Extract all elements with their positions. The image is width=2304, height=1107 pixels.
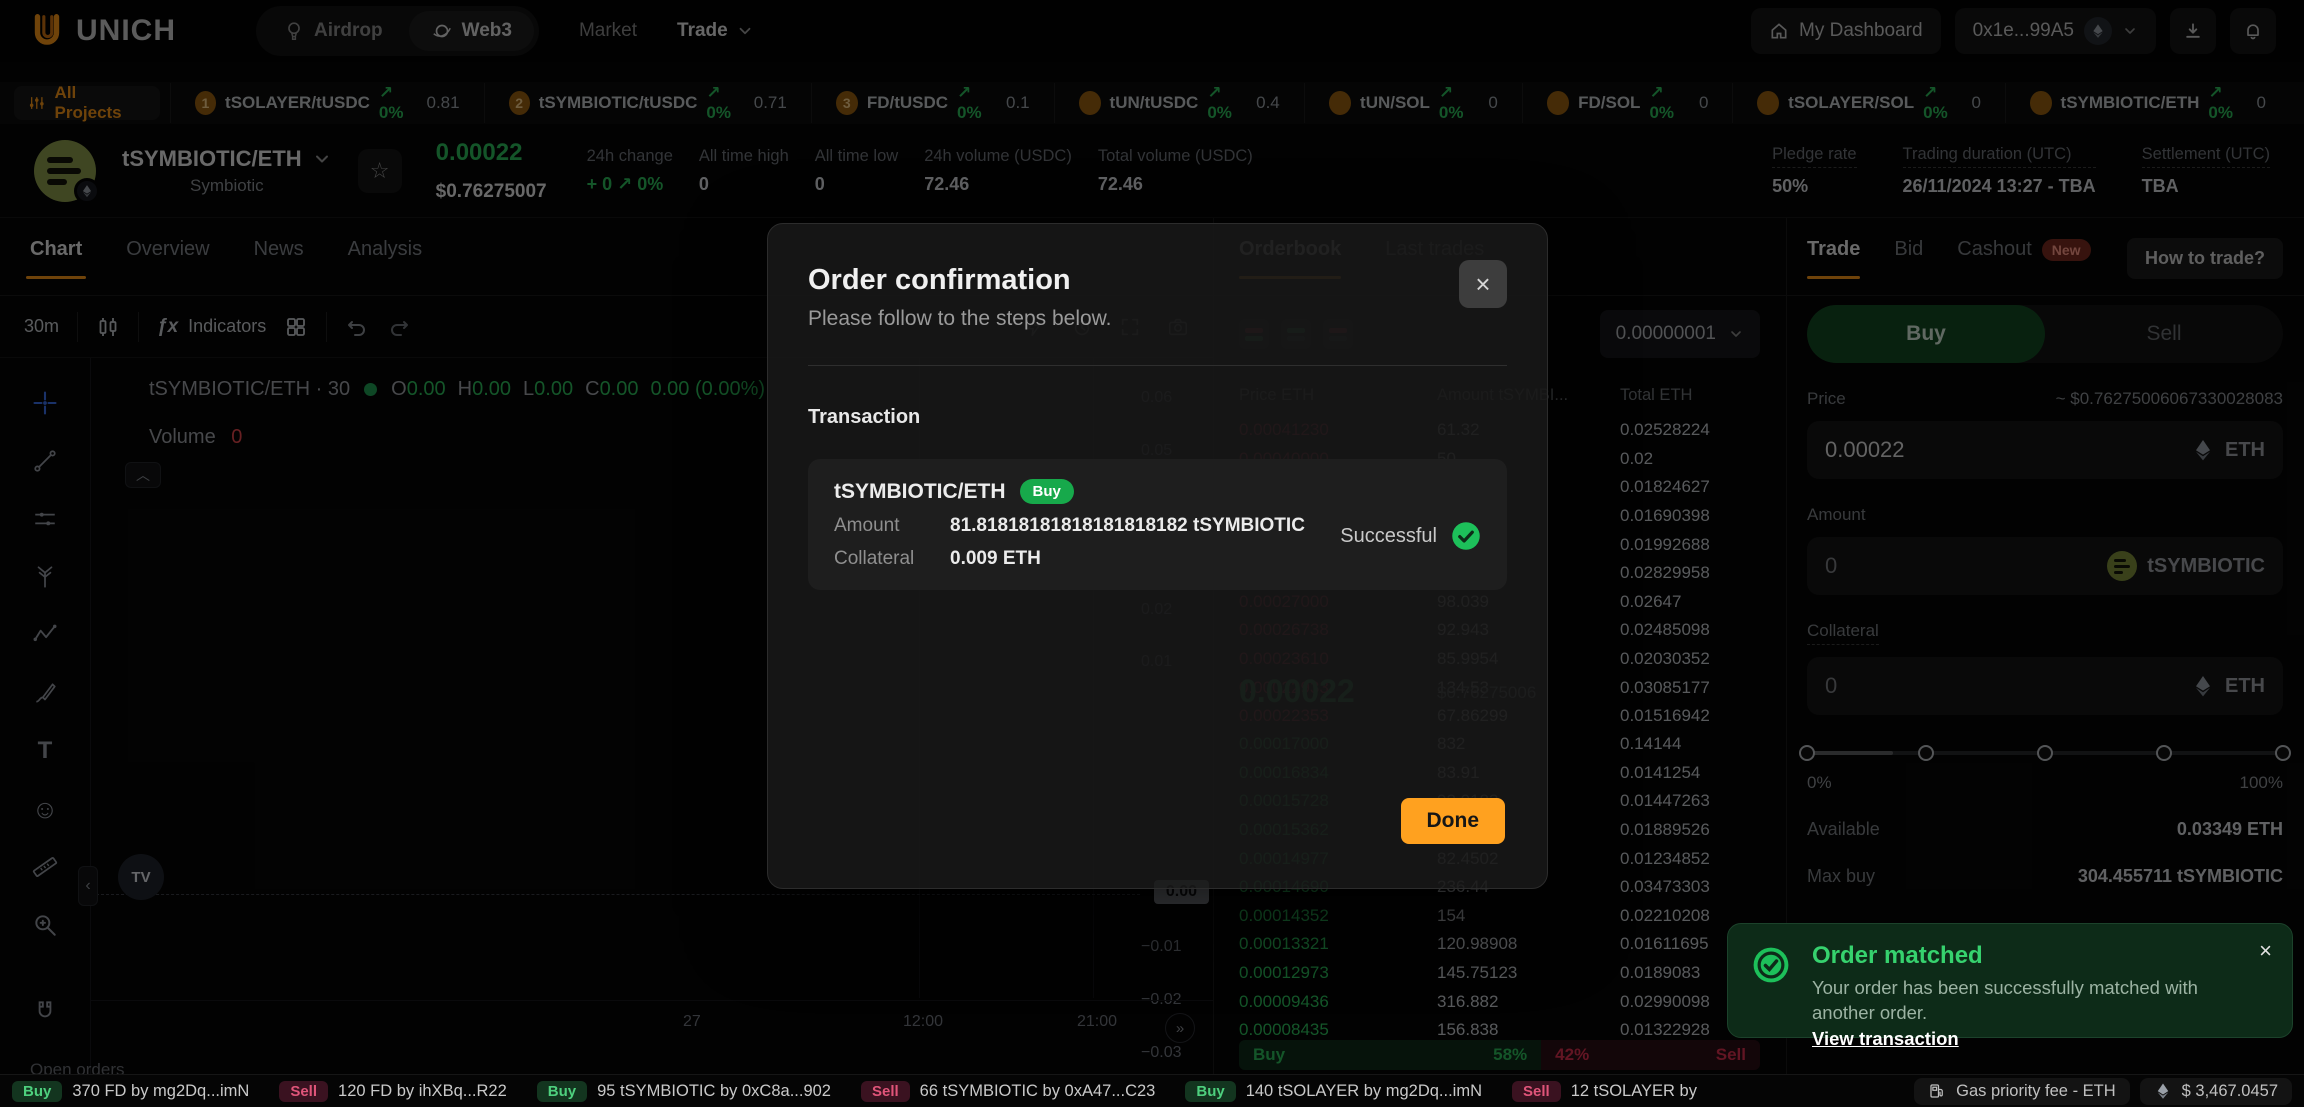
trade-text: 140 tSOLAYER by mg2Dq...imN: [1246, 1082, 1482, 1101]
recent-trade-item[interactable]: Buy 370 FD by mg2Dq...imN: [12, 1081, 249, 1102]
success-check-icon: [1752, 946, 1790, 984]
recent-trade-item[interactable]: Sell 66 tSYMBIOTIC by 0xA47...C23: [861, 1081, 1155, 1102]
trade-side-badge: Sell: [861, 1081, 910, 1102]
transaction-collateral-row: Collateral 0.009 ETH: [834, 548, 1481, 570]
modal-subtitle: Please follow to the steps below.: [808, 307, 1507, 331]
collateral-value: 0.009 ETH: [950, 548, 1041, 570]
gas-fee-indicator[interactable]: Gas priority fee - ETH: [1914, 1078, 2130, 1105]
toast-title: Order matched: [1812, 942, 2270, 970]
trade-text: 12 tSOLAYER by: [1571, 1082, 1697, 1101]
recent-trade-item[interactable]: Sell 120 FD by ihXBq...R22: [279, 1081, 506, 1102]
trade-text: 66 tSYMBIOTIC by 0xA47...C23: [920, 1082, 1156, 1101]
modal-title: Order confirmation: [808, 264, 1507, 297]
order-matched-toast: Order matched Your order has been succes…: [1727, 923, 2293, 1038]
status-text: Successful: [1340, 525, 1437, 548]
eth-price-value: $ 3,467.0457: [2182, 1082, 2278, 1101]
transaction-card: tSYMBIOTIC/ETH Buy Amount 81.81818181818…: [808, 459, 1507, 590]
trade-side-badge: Sell: [279, 1081, 328, 1102]
view-transaction-link[interactable]: View transaction: [1812, 1028, 1959, 1050]
recent-trades-bar: Buy 370 FD by mg2Dq...imN Sell 120 FD by…: [0, 1074, 2304, 1107]
transaction-pair: tSYMBIOTIC/ETH: [834, 480, 1006, 504]
toast-body: Your order has been successfully matched…: [1812, 976, 2262, 1026]
recent-trade-item[interactable]: Buy 95 tSYMBIOTIC by 0xC8a...902: [537, 1081, 831, 1102]
transaction-section-label: Transaction: [808, 406, 1507, 429]
trading-app: UNICH Airdrop Web3 Market Trade My Dashb…: [0, 0, 2304, 1107]
buy-side-badge: Buy: [1020, 479, 1074, 504]
amount-value: 81.81818181818181818182 tSYMBIOTIC: [950, 515, 1305, 537]
divider: [808, 365, 1507, 366]
gas-fee-label: Gas priority fee - ETH: [1956, 1082, 2116, 1101]
done-button[interactable]: Done: [1401, 798, 1506, 844]
recent-trade-item[interactable]: Buy 140 tSOLAYER by mg2Dq...imN: [1185, 1081, 1482, 1102]
recent-trade-item[interactable]: Sell 12 tSOLAYER by: [1512, 1081, 1697, 1102]
trade-side-badge: Sell: [1512, 1081, 1561, 1102]
modal-close-button[interactable]: ×: [1459, 260, 1507, 308]
transaction-status: Successful: [1340, 521, 1481, 551]
order-confirmation-modal: Order confirmation Please follow to the …: [767, 223, 1548, 889]
eth-icon: [2154, 1082, 2172, 1100]
trade-side-badge: Buy: [1185, 1081, 1235, 1102]
eth-price-indicator[interactable]: $ 3,467.0457: [2140, 1078, 2292, 1105]
collateral-label: Collateral: [834, 548, 928, 570]
trade-text: 370 FD by mg2Dq...imN: [72, 1082, 249, 1101]
toast-close-button[interactable]: ×: [2259, 938, 2272, 964]
amount-label: Amount: [834, 515, 928, 537]
recent-trades: Buy 370 FD by mg2Dq...imN Sell 120 FD by…: [12, 1081, 1697, 1102]
trade-text: 95 tSYMBIOTIC by 0xC8a...902: [597, 1082, 831, 1101]
gas-pump-icon: [1928, 1082, 1946, 1100]
trade-text: 120 FD by ihXBq...R22: [338, 1082, 507, 1101]
trade-side-badge: Buy: [12, 1081, 62, 1102]
trade-side-badge: Buy: [537, 1081, 587, 1102]
success-check-icon: [1451, 521, 1481, 551]
